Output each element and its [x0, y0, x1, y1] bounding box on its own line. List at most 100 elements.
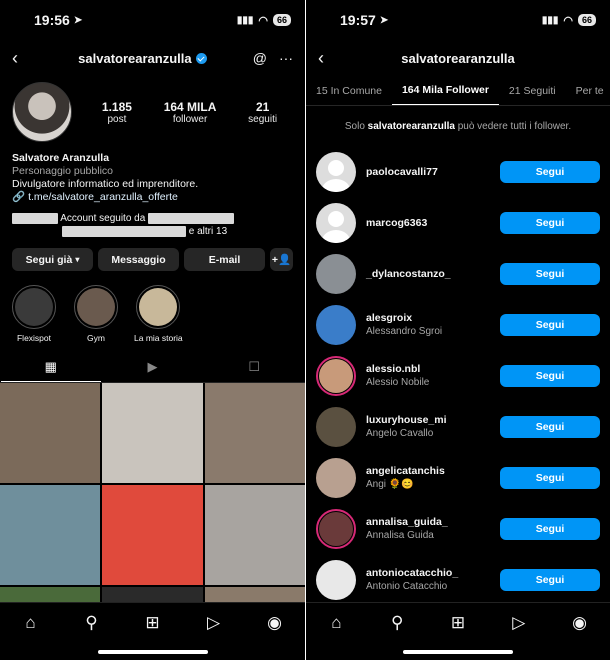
- follower-row[interactable]: angelicatanchis Angi 🌻😊 Segui: [316, 452, 600, 503]
- post-thumbnail[interactable]: [204, 485, 305, 585]
- home-indicator: [403, 650, 513, 654]
- stat-post[interactable]: 1.185 post: [102, 100, 132, 125]
- email-button[interactable]: E-mail: [184, 248, 265, 271]
- chevron-down-icon: ▾: [75, 255, 80, 264]
- following-button[interactable]: Segui già ▾: [12, 248, 93, 271]
- tagged-icon[interactable]: ☐: [204, 359, 304, 382]
- follower-row[interactable]: marcog6363 Segui: [316, 197, 600, 248]
- profile-tab-icon[interactable]: ◉: [565, 613, 595, 660]
- follower-avatar[interactable]: [316, 508, 356, 549]
- follower-name: Alessandro Sgroi: [366, 326, 443, 337]
- stat-follower[interactable]: 164 MILA follower: [164, 100, 217, 125]
- follow-button[interactable]: Segui: [500, 568, 600, 591]
- bio-link[interactable]: t.me/salvatore_aranzulla_offerte: [28, 191, 178, 204]
- follower-row[interactable]: annalisa_guida_ Annalisa Guida Segui: [316, 503, 600, 554]
- followers-navbar: ‹ salvatorearanzulla: [306, 40, 610, 76]
- post-thumbnail[interactable]: [204, 383, 305, 483]
- follower-avatar[interactable]: [316, 406, 356, 447]
- follow-button[interactable]: Segui: [500, 313, 600, 336]
- highlight-label: Flexispot: [16, 333, 51, 343]
- follower-handle[interactable]: marcog6363: [366, 217, 500, 229]
- stat-label: post: [107, 113, 127, 125]
- grid-icon[interactable]: ▦: [0, 359, 101, 382]
- home-icon[interactable]: ⌂: [321, 613, 351, 660]
- highlight-item[interactable]: Flexispot: [10, 285, 58, 343]
- follow-button[interactable]: Segui: [500, 364, 600, 387]
- home-icon[interactable]: ⌂: [16, 613, 46, 660]
- stat-label: seguiti: [248, 113, 278, 125]
- default-avatar-icon[interactable]: [316, 151, 356, 192]
- follower-name: Alessio Nobile: [366, 377, 430, 388]
- profile-header: 1.185 post 164 MILA follower 21 seguiti: [0, 76, 305, 142]
- follower-handle[interactable]: angelicatanchis: [366, 465, 500, 477]
- follower-info: _dylancostanzo_: [356, 268, 500, 280]
- follower-handle[interactable]: paolocavalli77: [366, 166, 500, 178]
- post-thumbnail[interactable]: [102, 485, 203, 585]
- follower-handle[interactable]: annalisa_guida_: [366, 516, 500, 528]
- followed-by[interactable]: Account seguito da e altri 13: [0, 204, 305, 238]
- follower-handle[interactable]: alessio.nbl: [366, 363, 500, 375]
- message-button[interactable]: Messaggio: [98, 248, 179, 271]
- profile-navbar: ‹ salvatorearanzulla @ ···: [0, 40, 305, 76]
- wifi-icon: ◠: [563, 14, 573, 27]
- follow-button[interactable]: Segui: [500, 517, 600, 540]
- follower-handle[interactable]: _dylancostanzo_: [366, 268, 500, 280]
- follow-button[interactable]: Segui: [500, 466, 600, 489]
- back-icon[interactable]: ‹: [12, 48, 32, 69]
- follower-row[interactable]: alesgroix Alessandro Sgroi Segui: [316, 299, 600, 350]
- follow-button[interactable]: Segui: [500, 211, 600, 234]
- follower-avatar[interactable]: [316, 253, 356, 294]
- stat-number: 21: [255, 99, 270, 114]
- avatar-image: [319, 511, 353, 546]
- followers-username: salvatorearanzulla: [401, 50, 515, 66]
- more-icon[interactable]: ···: [279, 50, 293, 66]
- threads-icon[interactable]: @: [253, 50, 267, 66]
- tab-0[interactable]: 15 In Comune: [306, 76, 392, 105]
- follower-name: Angelo Cavallo: [366, 428, 434, 439]
- battery-indicator: 66: [577, 14, 596, 26]
- follower-info: antoniocatacchio_ Antonio Catacchio: [356, 567, 500, 592]
- tab-2[interactable]: 21 Seguiti: [499, 76, 566, 105]
- signal-icon: ▮▮▮: [541, 14, 559, 26]
- profile-bio: Salvatore Aranzulla Personaggio pubblico…: [0, 142, 305, 204]
- follower-row[interactable]: antoniocatacchio_ Antonio Catacchio Segui: [316, 554, 600, 605]
- follower-avatar[interactable]: [316, 355, 356, 396]
- profile-tab-icon[interactable]: ◉: [260, 613, 290, 660]
- stat-seguiti[interactable]: 21 seguiti: [248, 100, 277, 125]
- follower-avatar[interactable]: [316, 457, 356, 498]
- follower-row[interactable]: _dylancostanzo_ Segui: [316, 248, 600, 299]
- follower-handle[interactable]: luxuryhouse_mi: [366, 414, 500, 426]
- profile-avatar[interactable]: [12, 82, 72, 142]
- followed-by-others: e altri 13: [188, 226, 228, 237]
- post-thumbnail[interactable]: [0, 383, 101, 483]
- followed-by-text: Account seguito da: [60, 213, 146, 224]
- redacted-name: [62, 225, 186, 237]
- link-icon: 🔗: [12, 191, 26, 203]
- bio-name: Salvatore Aranzulla: [12, 152, 110, 164]
- follower-avatar[interactable]: [316, 559, 356, 600]
- follower-handle[interactable]: antoniocatacchio_: [366, 567, 500, 579]
- wifi-icon: ◠: [258, 14, 268, 27]
- follower-row[interactable]: alessio.nbl Alessio Nobile Segui: [316, 350, 600, 401]
- follow-button[interactable]: Segui: [500, 415, 600, 438]
- highlight-item[interactable]: Gym: [72, 285, 120, 343]
- default-avatar-icon[interactable]: [316, 202, 356, 243]
- follow-button[interactable]: Segui: [500, 160, 600, 183]
- follow-button[interactable]: Segui: [500, 262, 600, 285]
- follower-row[interactable]: luxuryhouse_mi Angelo Cavallo Segui: [316, 401, 600, 452]
- highlight-item[interactable]: La mia storia: [134, 285, 183, 343]
- stat-label: follower: [172, 113, 208, 125]
- avatar-image: [319, 358, 353, 393]
- tab-3[interactable]: Per te: [566, 76, 610, 105]
- tab-1[interactable]: 164 Mila Follower: [391, 76, 499, 105]
- back-icon[interactable]: ‹: [318, 48, 338, 69]
- follower-info: alessio.nbl Alessio Nobile: [356, 363, 500, 388]
- reels-icon[interactable]: ▶: [102, 359, 202, 382]
- post-thumbnail[interactable]: [0, 485, 101, 585]
- follower-row[interactable]: paolocavalli77 Segui: [316, 146, 600, 197]
- follower-avatar[interactable]: [316, 304, 356, 345]
- highlight-cover: [136, 285, 180, 329]
- post-thumbnail[interactable]: [102, 383, 203, 483]
- add-user-icon[interactable]: +👤: [270, 248, 293, 271]
- follower-handle[interactable]: alesgroix: [366, 312, 500, 324]
